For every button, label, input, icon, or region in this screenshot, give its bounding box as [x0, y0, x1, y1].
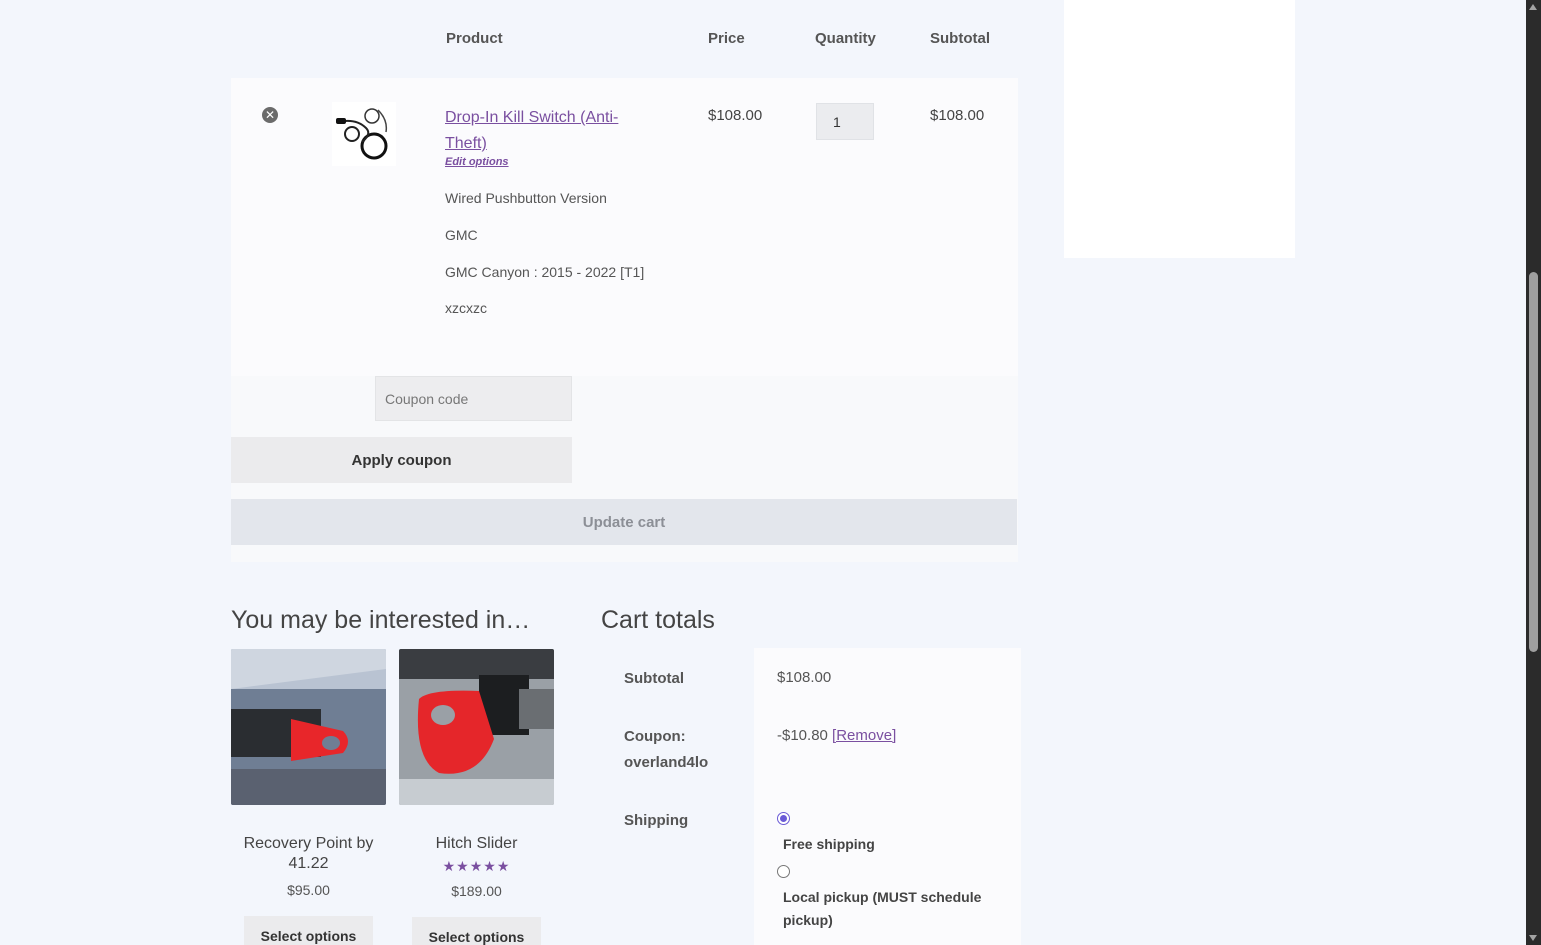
- cart-item-row: ✕ Drop-In Kill Switch (Anti-Theft) Edit …: [231, 78, 1018, 376]
- shipping-row: Shipping Free shipping Local pickup (MUS…: [601, 790, 1021, 945]
- product-column-header: Product: [446, 30, 503, 47]
- cart-totals-title: Cart totals: [601, 606, 715, 634]
- local-pickup-label[interactable]: Local pickup (MUST schedule pickup): [783, 886, 993, 932]
- sidebar-panel: [1064, 0, 1295, 258]
- edit-options-link[interactable]: Edit options: [445, 156, 509, 168]
- vertical-scrollbar[interactable]: [1526, 0, 1541, 945]
- price-column-header: Price: [708, 30, 745, 47]
- product-image[interactable]: [399, 649, 554, 805]
- item-meta-make: GMC: [445, 227, 478, 243]
- free-shipping-label[interactable]: Free shipping: [783, 833, 875, 856]
- update-cart-button[interactable]: Update cart: [231, 499, 1017, 545]
- scrollbar-thumb[interactable]: [1529, 272, 1538, 652]
- coupon-discount: -$10.80: [777, 727, 828, 744]
- apply-coupon-button[interactable]: Apply coupon: [231, 437, 572, 483]
- item-meta-note: xzcxzc: [445, 300, 487, 316]
- shipping-label: Shipping: [601, 790, 754, 945]
- quantity-column-header: Quantity: [815, 30, 876, 47]
- product-price: $189.00: [451, 883, 502, 899]
- free-shipping-radio[interactable]: [777, 812, 790, 825]
- scroll-up-arrow-icon[interactable]: [1529, 4, 1537, 10]
- item-meta-version: Wired Pushbutton Version: [445, 190, 607, 206]
- product-title[interactable]: Hitch Slider: [399, 834, 554, 854]
- item-subtotal: $108.00: [930, 107, 985, 124]
- cross-sell-product: Hitch Slider ★★★★★ $189.00 Select option…: [399, 649, 554, 945]
- remove-coupon-link[interactable]: [Remove]: [832, 727, 896, 744]
- quantity-input[interactable]: [816, 103, 874, 140]
- subtotal-value: $108.00: [754, 648, 1021, 706]
- coupon-row: Coupon: overland4lo -$10.80 [Remove]: [601, 706, 1021, 790]
- coupon-label: Coupon: overland4lo: [601, 706, 754, 790]
- subtotal-amount: $108.00: [777, 669, 832, 686]
- product-price: $95.00: [287, 882, 330, 898]
- subtotal-label: Subtotal: [601, 648, 754, 706]
- shipping-options: Free shipping Local pickup (MUST schedul…: [754, 790, 1021, 945]
- coupon-value: -$10.80 [Remove]: [754, 706, 1021, 790]
- product-image[interactable]: [231, 649, 386, 805]
- scroll-down-arrow-icon[interactable]: [1529, 935, 1537, 941]
- select-options-button[interactable]: Select options: [244, 916, 373, 945]
- cart-page: Product Price Quantity Subtotal ✕ Drop-I…: [0, 0, 1526, 945]
- product-title[interactable]: Recovery Point by 41.22: [231, 834, 386, 874]
- coupon-code-input[interactable]: [375, 376, 572, 421]
- product-thumbnail[interactable]: [332, 102, 396, 166]
- item-meta-model: GMC Canyon : 2015 - 2022 [T1]: [445, 264, 645, 280]
- cart-table-header: Product Price Quantity Subtotal: [231, 0, 1018, 78]
- subtotal-column-header: Subtotal: [930, 30, 990, 47]
- subtotal-row: Subtotal $108.00: [601, 648, 1021, 706]
- select-options-button[interactable]: Select options: [412, 917, 541, 945]
- product-name-link[interactable]: Drop-In Kill Switch (Anti-Theft): [445, 105, 645, 157]
- local-pickup-radio[interactable]: [777, 865, 790, 878]
- star-rating: ★★★★★: [442, 858, 511, 874]
- cross-sell-product: Recovery Point by 41.22 $95.00 Select op…: [231, 649, 386, 945]
- item-price: $108.00: [708, 107, 763, 124]
- cart-actions: Apply coupon Update cart: [231, 376, 1018, 562]
- cross-sells-title: You may be interested in…: [231, 606, 531, 634]
- remove-item-icon[interactable]: ✕: [262, 107, 278, 123]
